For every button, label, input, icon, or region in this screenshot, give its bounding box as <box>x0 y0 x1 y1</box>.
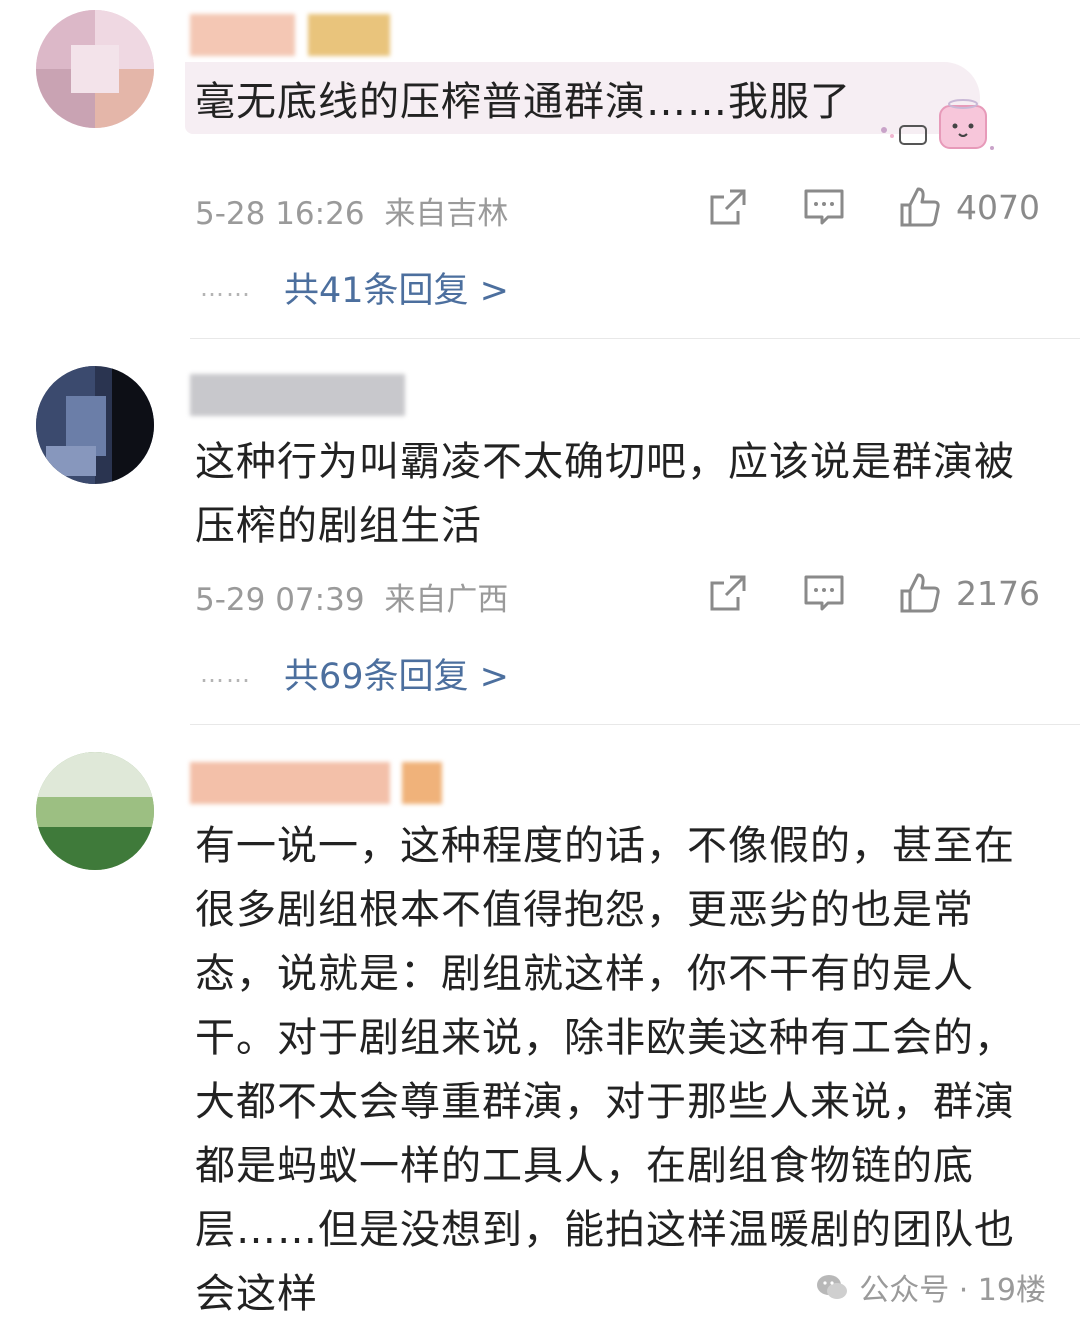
watermark: 公众号 · 19楼 <box>815 1265 1046 1309</box>
comment-text: 这种行为叫霸凌不太确切吧，应该说是群演被压榨的剧组生活 <box>195 439 1015 549</box>
like-count: 4070 <box>956 187 1040 227</box>
username-blurred[interactable] <box>190 374 420 416</box>
share-icon[interactable] <box>706 185 750 229</box>
like-count: 2176 <box>956 573 1040 613</box>
comment-date: 5-29 07:39 <box>195 582 365 618</box>
comment-item: 有一说一，这种程度的话，不像假的，甚至在很多剧组根本不值得抱怨，更恶劣的也是常态… <box>0 726 1080 1333</box>
comment-item: 这种行为叫霸凌不太确切吧，应该说是群演被压榨的剧组生活 5-29 07:39 来… <box>0 340 1080 726</box>
comment-actions: 4070 <box>654 182 1040 232</box>
share-icon[interactable] <box>706 571 750 615</box>
avatar[interactable] <box>36 10 154 128</box>
comment-text: 有一说一，这种程度的话，不像假的，甚至在很多剧组根本不值得抱怨，更恶劣的也是常态… <box>195 823 1015 1317</box>
comment-actions: 2176 <box>654 568 1040 618</box>
replies-row: …… 共41条回复 > <box>200 262 509 313</box>
replies-row: …… 共69条回复 > <box>200 648 509 699</box>
divider <box>190 724 1080 725</box>
watermark-text: 公众号 · 19楼 <box>859 1273 1046 1308</box>
comment-item: 毫无底线的压榨普通群演……我服了 5-28 16:26 来自吉林 4070 ……… <box>0 0 1080 340</box>
avatar[interactable] <box>36 752 154 870</box>
username-blurred[interactable] <box>190 14 420 56</box>
comment-icon[interactable] <box>802 185 846 229</box>
wechat-icon <box>815 1270 849 1304</box>
comment-location: 来自吉林 <box>384 196 509 232</box>
comment-location: 来自广西 <box>384 582 509 618</box>
avatar[interactable] <box>36 366 154 484</box>
comment-meta: 5-28 16:26 来自吉林 <box>195 188 508 233</box>
comment-date: 5-28 16:26 <box>195 196 365 232</box>
replies-dots: …… <box>200 659 252 688</box>
view-replies-link[interactable]: 共41条回复 > <box>284 262 509 313</box>
comment-meta: 5-29 07:39 来自广西 <box>195 574 508 619</box>
like-icon[interactable] <box>898 571 942 615</box>
like-icon[interactable] <box>898 185 942 229</box>
divider <box>190 338 1080 339</box>
comment-icon[interactable] <box>802 571 846 615</box>
replies-dots: …… <box>200 273 252 302</box>
sticker-icon <box>862 96 1002 158</box>
username-blurred[interactable] <box>190 762 442 804</box>
view-replies-link[interactable]: 共69条回复 > <box>284 648 509 699</box>
